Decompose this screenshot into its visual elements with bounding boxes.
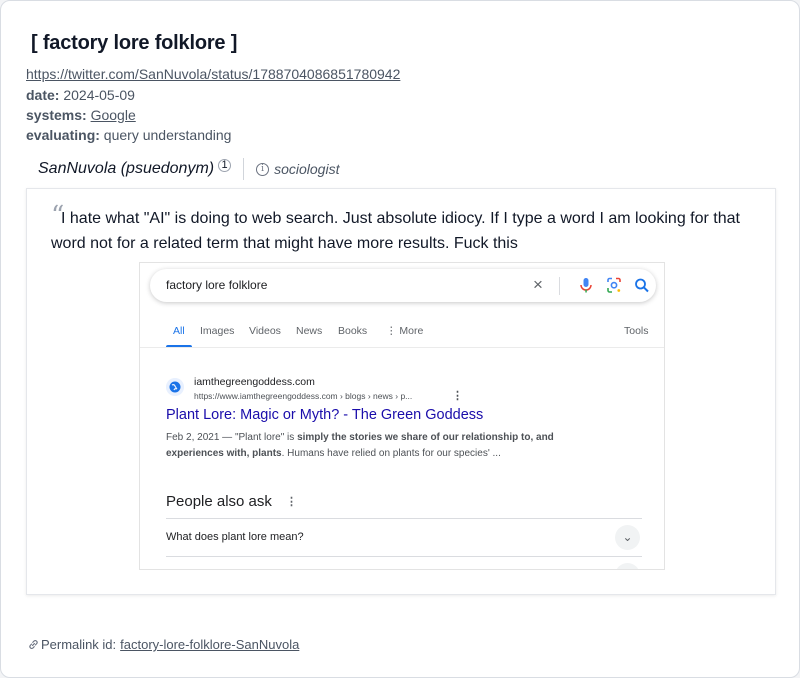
snippet-date: Feb 2, 2021 — (166, 432, 235, 443)
link-icon (29, 640, 38, 649)
permalink-label: Permalink id: (41, 637, 117, 652)
people-also-ask-title: People also ask (166, 493, 272, 510)
paa-more-icon[interactable]: ⋮ (286, 495, 297, 508)
search-query: factory lore folklore (166, 278, 268, 292)
result-site-url: https://www.iamthegreengoddess.com › blo… (194, 391, 413, 401)
tools-button[interactable]: Tools (624, 325, 649, 337)
chevron-down-icon-partial (615, 563, 640, 569)
systems-row: systems: Google (26, 107, 136, 123)
clear-icon: × (533, 275, 543, 294)
permalink-row: Permalink id: factory-lore-folklore-SanN… (27, 637, 299, 652)
tab-images[interactable]: Images (200, 325, 234, 337)
tabs-divider (140, 347, 664, 348)
paa-divider-top (166, 518, 642, 519)
embedded-screenshot: factory lore folklore × All Images Video… (139, 262, 665, 570)
tab-books[interactable]: Books (338, 325, 367, 337)
quote-text: I hate what "AI" is doing to web search.… (51, 210, 740, 252)
info-icon[interactable]: i (256, 162, 270, 176)
evaluating-row: evaluating: query understanding (26, 127, 231, 143)
footnote-badge[interactable]: 1 (218, 158, 232, 172)
search-tabs: All Images Videos News Books ⋮ More Tool… (140, 323, 664, 347)
date-label: date: (26, 87, 60, 103)
microphone-icon (580, 278, 592, 293)
result-title-link[interactable]: Plant Lore: Magic or Myth? - The Green G… (166, 407, 483, 423)
tab-all[interactable]: All (173, 325, 185, 337)
tab-more[interactable]: ⋮ More (386, 325, 423, 337)
search-bar[interactable]: factory lore folklore × (150, 269, 656, 302)
snippet-part1: "Plant lore" is (234, 432, 298, 443)
author-divider (243, 158, 245, 180)
result-more-icon[interactable]: ⋮ (452, 389, 463, 402)
tab-news[interactable]: News (296, 325, 322, 337)
entry-card: [ factory lore folklore ] https://twitte… (0, 0, 800, 678)
searchbar-divider (559, 277, 560, 295)
paa-question[interactable]: What does plant lore mean? (166, 531, 304, 543)
quote-box: “ I hate what "AI" is doing to web searc… (26, 188, 776, 595)
systems-label: systems: (26, 107, 87, 123)
author-row: SanNuvola (psuedonym) 1 i sociologist (38, 157, 339, 181)
author-name: SanNuvola (psuedonym) (38, 160, 215, 177)
date-row: date: 2024-05-09 (26, 87, 135, 103)
source-url-row: https://twitter.com/SanNuvola/status/178… (26, 66, 400, 82)
snippet-part2: . Humans have relied on plants for our s… (281, 448, 501, 459)
evaluating-value: query understanding (103, 127, 232, 143)
lens-icon (607, 277, 621, 293)
source-url-link[interactable]: https://twitter.com/SanNuvola/status/178… (26, 66, 400, 82)
author-role: sociologist (274, 161, 340, 177)
page-title: [ factory lore folklore ] (31, 32, 238, 54)
permalink-link[interactable]: factory-lore-folklore-SanNuvola (120, 637, 299, 652)
evaluating-label: evaluating: (26, 127, 100, 143)
tab-videos[interactable]: Videos (249, 325, 281, 337)
search-icon (635, 278, 649, 293)
result-site-name: iamthegreengoddess.com (194, 376, 315, 388)
chevron-down-icon[interactable]: ⌄ (615, 525, 640, 550)
date-value: 2024-05-09 (63, 87, 135, 103)
paa-divider-bottom (166, 556, 642, 557)
systems-link[interactable]: Google (91, 107, 136, 123)
result-snippet: Feb 2, 2021 — "Plant lore" is simply the… (166, 430, 591, 462)
globe-icon (166, 378, 184, 396)
